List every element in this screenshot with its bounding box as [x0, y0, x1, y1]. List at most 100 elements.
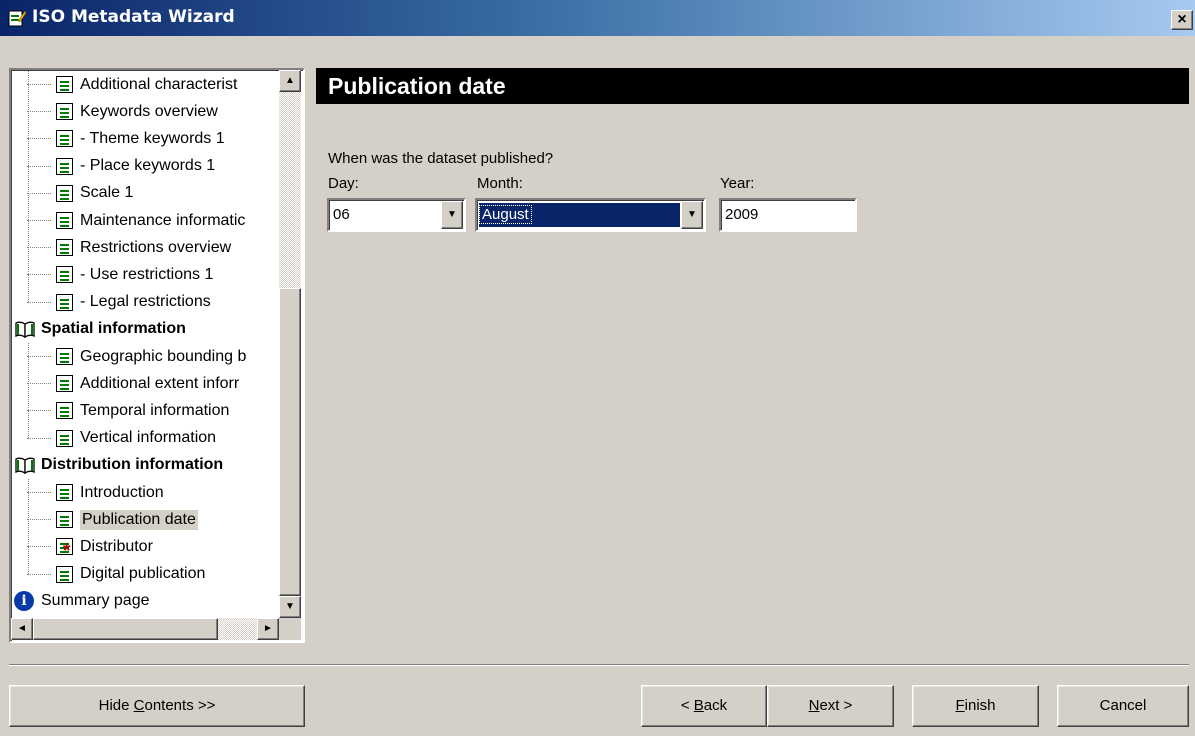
tree-connector — [27, 220, 51, 221]
horizontal-scrollbar[interactable]: ◄ ► — [11, 618, 279, 640]
document-icon — [56, 484, 73, 501]
tree-item-restrictions-overview[interactable]: Restrictions overview — [11, 234, 231, 261]
tree-connector — [27, 546, 51, 548]
tree-connector — [27, 410, 51, 412]
tree-item-label: Additional characterist — [80, 75, 238, 93]
document-icon — [56, 565, 73, 583]
tree-item-use-restrictions-1[interactable]: - Use restrictions 1 — [11, 261, 213, 288]
tree-item-label: Publication date — [80, 509, 198, 530]
document-icon — [56, 212, 73, 229]
tree-item-label: - Legal restrictions — [80, 293, 211, 311]
scroll-left-button[interactable]: ◄ — [11, 618, 33, 640]
tree-item-label: Introduction — [80, 483, 164, 501]
tree-connector — [27, 301, 51, 303]
hide-contents-label-pre: Hide — [98, 697, 134, 714]
close-button[interactable]: × — [1171, 10, 1193, 30]
scroll-down-button[interactable]: ▼ — [279, 596, 301, 618]
tree-item-introduction[interactable]: Introduction — [11, 479, 164, 506]
scroll-up-button[interactable]: ▲ — [279, 70, 301, 92]
tree-item-label: Digital publication — [80, 565, 206, 583]
year-input[interactable]: 2009 — [719, 198, 857, 232]
tree-item-label: - Theme keywords 1 — [80, 129, 225, 147]
tree-item-temporal-information[interactable]: Temporal information — [11, 397, 229, 424]
document-icon — [56, 293, 73, 311]
day-label: Day: — [328, 175, 359, 192]
next-mnemonic: N — [808, 697, 820, 714]
scroll-right-button[interactable]: ► — [257, 618, 279, 640]
tree-connector — [27, 437, 51, 439]
tree-item-keywords-overview[interactable]: Keywords overview — [11, 98, 218, 125]
tree-item-summary-page[interactable]: i Summary page — [14, 588, 150, 615]
wizard-icon — [8, 10, 26, 27]
next-button[interactable]: Next > — [767, 685, 894, 727]
day-select[interactable]: 06 ▼ — [327, 198, 466, 232]
document-icon — [56, 103, 73, 121]
tree-item-distribution-information[interactable]: Distribution information — [14, 452, 223, 479]
document-icon — [56, 348, 73, 365]
tree-connector — [27, 573, 51, 575]
document-icon — [56, 239, 73, 257]
back-button[interactable]: < Back — [641, 685, 767, 727]
document-icon — [56, 429, 73, 447]
day-value: 06 — [333, 206, 350, 223]
tree-item-label: Spatial information — [41, 320, 186, 338]
tree-item-additional-extent-inforr[interactable]: Additional extent inforr — [11, 370, 239, 397]
tree-connector — [27, 84, 51, 85]
tree-item-theme-keywords-1[interactable]: - Theme keywords 1 — [11, 125, 225, 152]
document-icon — [56, 511, 73, 529]
tree-connector — [27, 192, 51, 194]
document-icon — [56, 402, 73, 420]
document-icon — [56, 184, 73, 202]
tree-item-place-keywords-1[interactable]: - Place keywords 1 — [11, 153, 215, 180]
tree-item-label: Restrictions overview — [80, 238, 232, 256]
tree-item-label: Vertical information — [80, 429, 217, 447]
page-title: Publication date — [316, 68, 1189, 104]
tree-item-scale-1[interactable]: Scale 1 — [11, 180, 133, 207]
hide-contents-mnemonic: C — [133, 697, 145, 714]
tree-item-vertical-information[interactable]: Vertical information — [11, 425, 216, 452]
finish-label-post: inish — [964, 697, 996, 714]
day-dropdown-button[interactable]: ▼ — [441, 201, 463, 229]
document-icon — [56, 130, 73, 148]
tree-connector — [27, 383, 51, 385]
month-select[interactable]: August ▼ — [475, 198, 706, 232]
next-label-post: ext > — [819, 697, 853, 714]
arrow-right-icon: ► — [263, 623, 273, 634]
document-icon — [56, 375, 73, 393]
tree-item-publication-date[interactable]: Publication date — [11, 506, 198, 533]
tree-connector — [27, 247, 51, 249]
footer-divider — [9, 664, 1189, 666]
vertical-scroll-thumb[interactable] — [279, 288, 301, 596]
contents-tree[interactable]: Additional characterist Keywords overview… — [9, 68, 305, 643]
tree-item-distributor[interactable]: * Distributor — [11, 533, 153, 562]
vertical-scrollbar[interactable]: ▲ ▼ — [279, 70, 301, 618]
tree-item-label: Distribution information — [41, 456, 224, 474]
tree-item-maintenance-informatic[interactable]: Maintenance informatic — [11, 207, 245, 234]
tree-item-label: Maintenance informatic — [80, 211, 246, 229]
arrow-down-icon: ▼ — [285, 601, 295, 612]
cancel-button[interactable]: Cancel — [1057, 685, 1189, 727]
document-icon — [56, 76, 73, 93]
hide-contents-label-post: ontents >> — [144, 697, 216, 714]
tree-item-geographic-bounding-b[interactable]: Geographic bounding b — [11, 343, 246, 370]
tree-item-spatial-information[interactable]: Spatial information — [14, 316, 186, 343]
tree-item-legal-restrictions[interactable]: - Legal restrictions — [11, 289, 211, 316]
document-icon — [56, 266, 73, 284]
tree-item-additional-characterist[interactable]: Additional characterist — [11, 71, 237, 98]
tree-connector — [27, 519, 51, 521]
scrollbar-corner — [279, 618, 301, 640]
month-value: August — [479, 205, 532, 224]
document-icon — [56, 157, 73, 175]
tree-connector — [27, 492, 51, 493]
tree-connector — [27, 356, 51, 357]
tree-item-label: Temporal information — [80, 401, 230, 419]
window-title: ISO Metadata Wizard — [32, 7, 235, 27]
tree-connector — [27, 138, 51, 140]
month-dropdown-button[interactable]: ▼ — [681, 201, 703, 229]
hide-contents-button[interactable]: Hide Contents >> — [9, 685, 305, 727]
year-label: Year: — [720, 175, 755, 192]
horizontal-scroll-thumb[interactable] — [33, 618, 218, 640]
tree-connector — [27, 165, 51, 167]
finish-button[interactable]: Finish — [912, 685, 1039, 727]
tree-item-digital-publication[interactable]: Digital publication — [11, 561, 205, 588]
